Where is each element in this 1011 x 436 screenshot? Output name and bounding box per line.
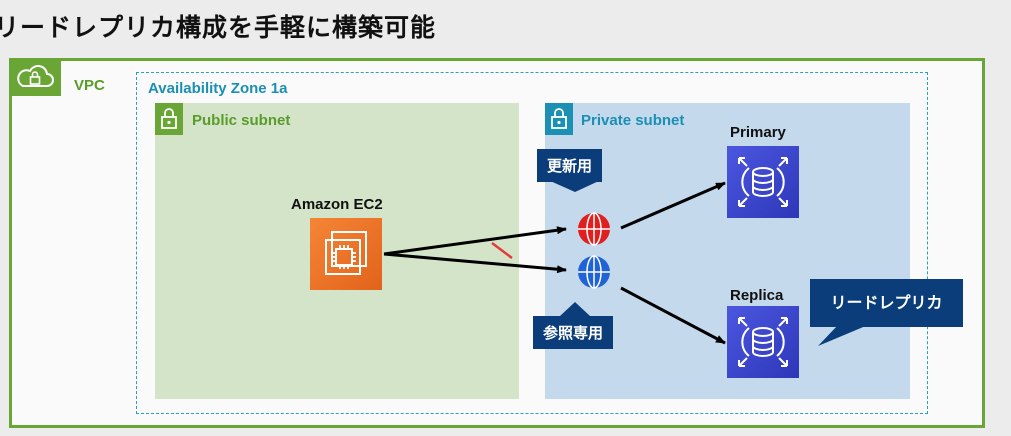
private-subnet-label: Private subnet xyxy=(581,112,685,129)
private-subnet-lock-icon xyxy=(545,103,573,135)
replica-database-icon xyxy=(727,306,799,378)
vpc-label: VPC xyxy=(74,77,105,94)
replica-label: Replica xyxy=(730,287,784,304)
ec2-label: Amazon EC2 xyxy=(291,196,383,213)
public-subnet-lock-icon xyxy=(155,103,183,135)
primary-label: Primary xyxy=(730,124,786,141)
vpc-icon xyxy=(9,58,61,96)
primary-database-icon xyxy=(727,146,799,218)
availability-zone-label: Availability Zone 1a xyxy=(148,80,288,97)
public-subnet-label: Public subnet xyxy=(192,112,291,129)
write-endpoint-tag: 更新用 xyxy=(537,149,603,182)
read-endpoint-tag: 参照専用 xyxy=(533,316,614,349)
ec2-instance-icon xyxy=(310,218,382,290)
page-title: リードレプリカ構成を手軽に構築可能 xyxy=(0,13,437,42)
read-replica-callout: リードレプリカ xyxy=(810,279,963,327)
